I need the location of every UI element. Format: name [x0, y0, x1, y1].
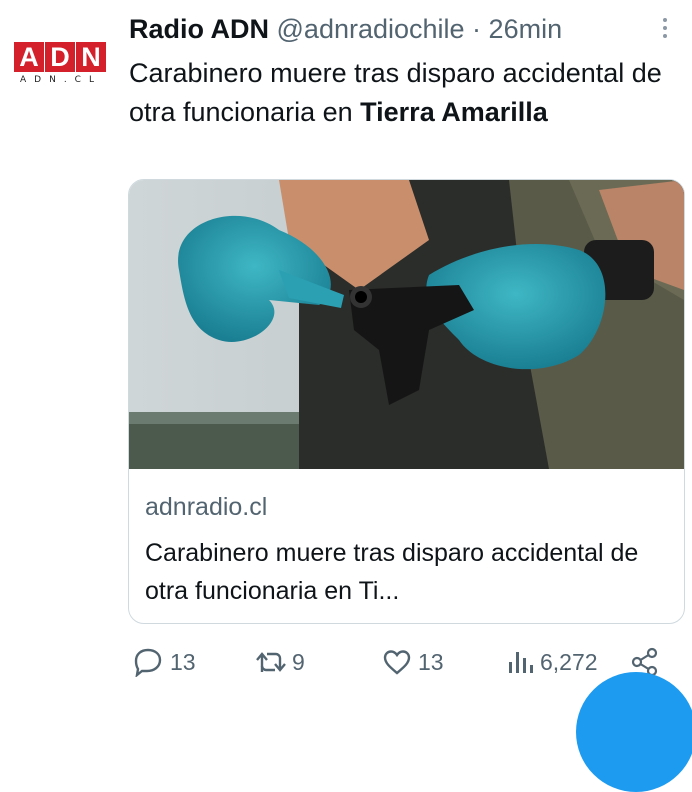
separator-dot: ·	[464, 14, 489, 44]
more-options-icon[interactable]	[655, 14, 675, 44]
reply-icon	[134, 648, 162, 677]
link-card[interactable]: adnradio.cl Carabinero muere tras dispar…	[128, 179, 685, 624]
views-count: 6,272	[540, 648, 598, 675]
compose-button[interactable]	[576, 672, 692, 792]
logo-letter-d: D	[45, 42, 75, 72]
retweet-count: 9	[292, 648, 305, 675]
card-title[interactable]: Carabinero muere tras disparo accidental…	[145, 534, 670, 610]
tweet-text-bold[interactable]: Tierra Amarilla	[360, 97, 548, 127]
adn-logo: A D N ADN.CL	[14, 42, 106, 85]
author-name[interactable]: Radio ADN	[129, 14, 269, 44]
retweet-icon	[256, 652, 286, 672]
views-icon	[509, 652, 533, 673]
tweet-time[interactable]: 26min	[489, 14, 563, 44]
logo-letter-n: N	[76, 42, 106, 72]
retweet-button[interactable]: 9	[256, 640, 305, 684]
like-button[interactable]: 13	[382, 640, 444, 684]
reply-button[interactable]: 13	[132, 640, 196, 684]
like-count: 13	[418, 648, 444, 675]
views-button[interactable]: 6,272	[506, 640, 598, 684]
card-image[interactable]	[129, 180, 684, 469]
heart-icon	[383, 650, 411, 675]
reply-count: 13	[170, 648, 196, 675]
logo-letter-a: A	[14, 42, 44, 72]
action-bar: 13 9 13 6,272	[0, 640, 692, 684]
card-domain[interactable]: adnradio.cl	[145, 492, 267, 522]
author-handle[interactable]: @adnradiochile	[277, 14, 465, 44]
tweet[interactable]: A D N ADN.CL Radio ADN @adnradiochile · …	[0, 0, 692, 792]
tweet-text: Carabinero muere tras disparo accidental…	[129, 54, 684, 132]
logo-subtitle: ADN.CL	[20, 75, 102, 85]
tweet-header: Radio ADN @adnradiochile · 26min	[129, 12, 649, 46]
